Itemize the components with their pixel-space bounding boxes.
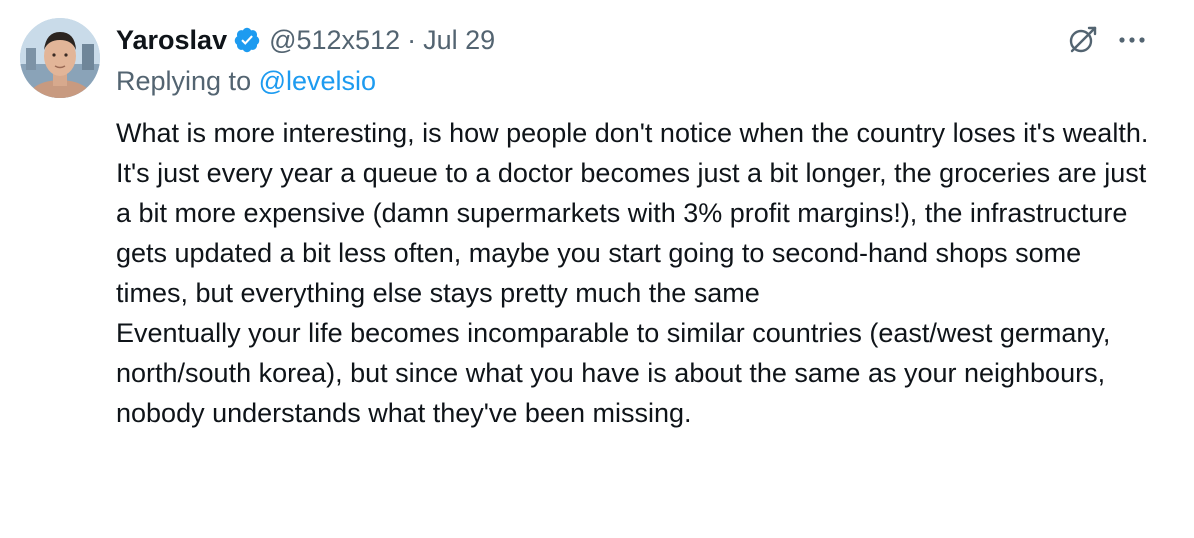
- tweet-paragraph: What is more interesting, is how people …: [116, 118, 1149, 148]
- header-separator: ·: [407, 24, 417, 55]
- tweet-text: What is more interesting, is how people …: [116, 113, 1156, 433]
- verified-badge-icon[interactable]: [233, 26, 261, 54]
- avatar[interactable]: [20, 18, 100, 98]
- display-name[interactable]: Yaroslav: [116, 25, 227, 56]
- avatar-image: [20, 18, 100, 98]
- tweet-header: Yaroslav @512x512 · Jul 29: [116, 20, 495, 60]
- tweet-paragraph: It's just every year a queue to a doctor…: [116, 158, 1147, 308]
- tweet-date[interactable]: Jul 29: [423, 25, 495, 56]
- more-options-button[interactable]: [1112, 20, 1152, 60]
- grok-button[interactable]: [1062, 20, 1102, 60]
- replying-to-link[interactable]: @levelsio: [259, 66, 376, 96]
- grok-icon: [1069, 26, 1097, 53]
- more-icon: [1119, 37, 1145, 43]
- replying-to-label: Replying to: [116, 66, 259, 96]
- tweet: Yaroslav @512x512 · Jul 29 Replying to @…: [0, 0, 1194, 538]
- author-handle[interactable]: @512x512: [269, 25, 400, 56]
- tweet-paragraph: Eventually your life becomes incomparabl…: [116, 318, 1111, 428]
- replying-to: Replying to @levelsio: [116, 66, 376, 97]
